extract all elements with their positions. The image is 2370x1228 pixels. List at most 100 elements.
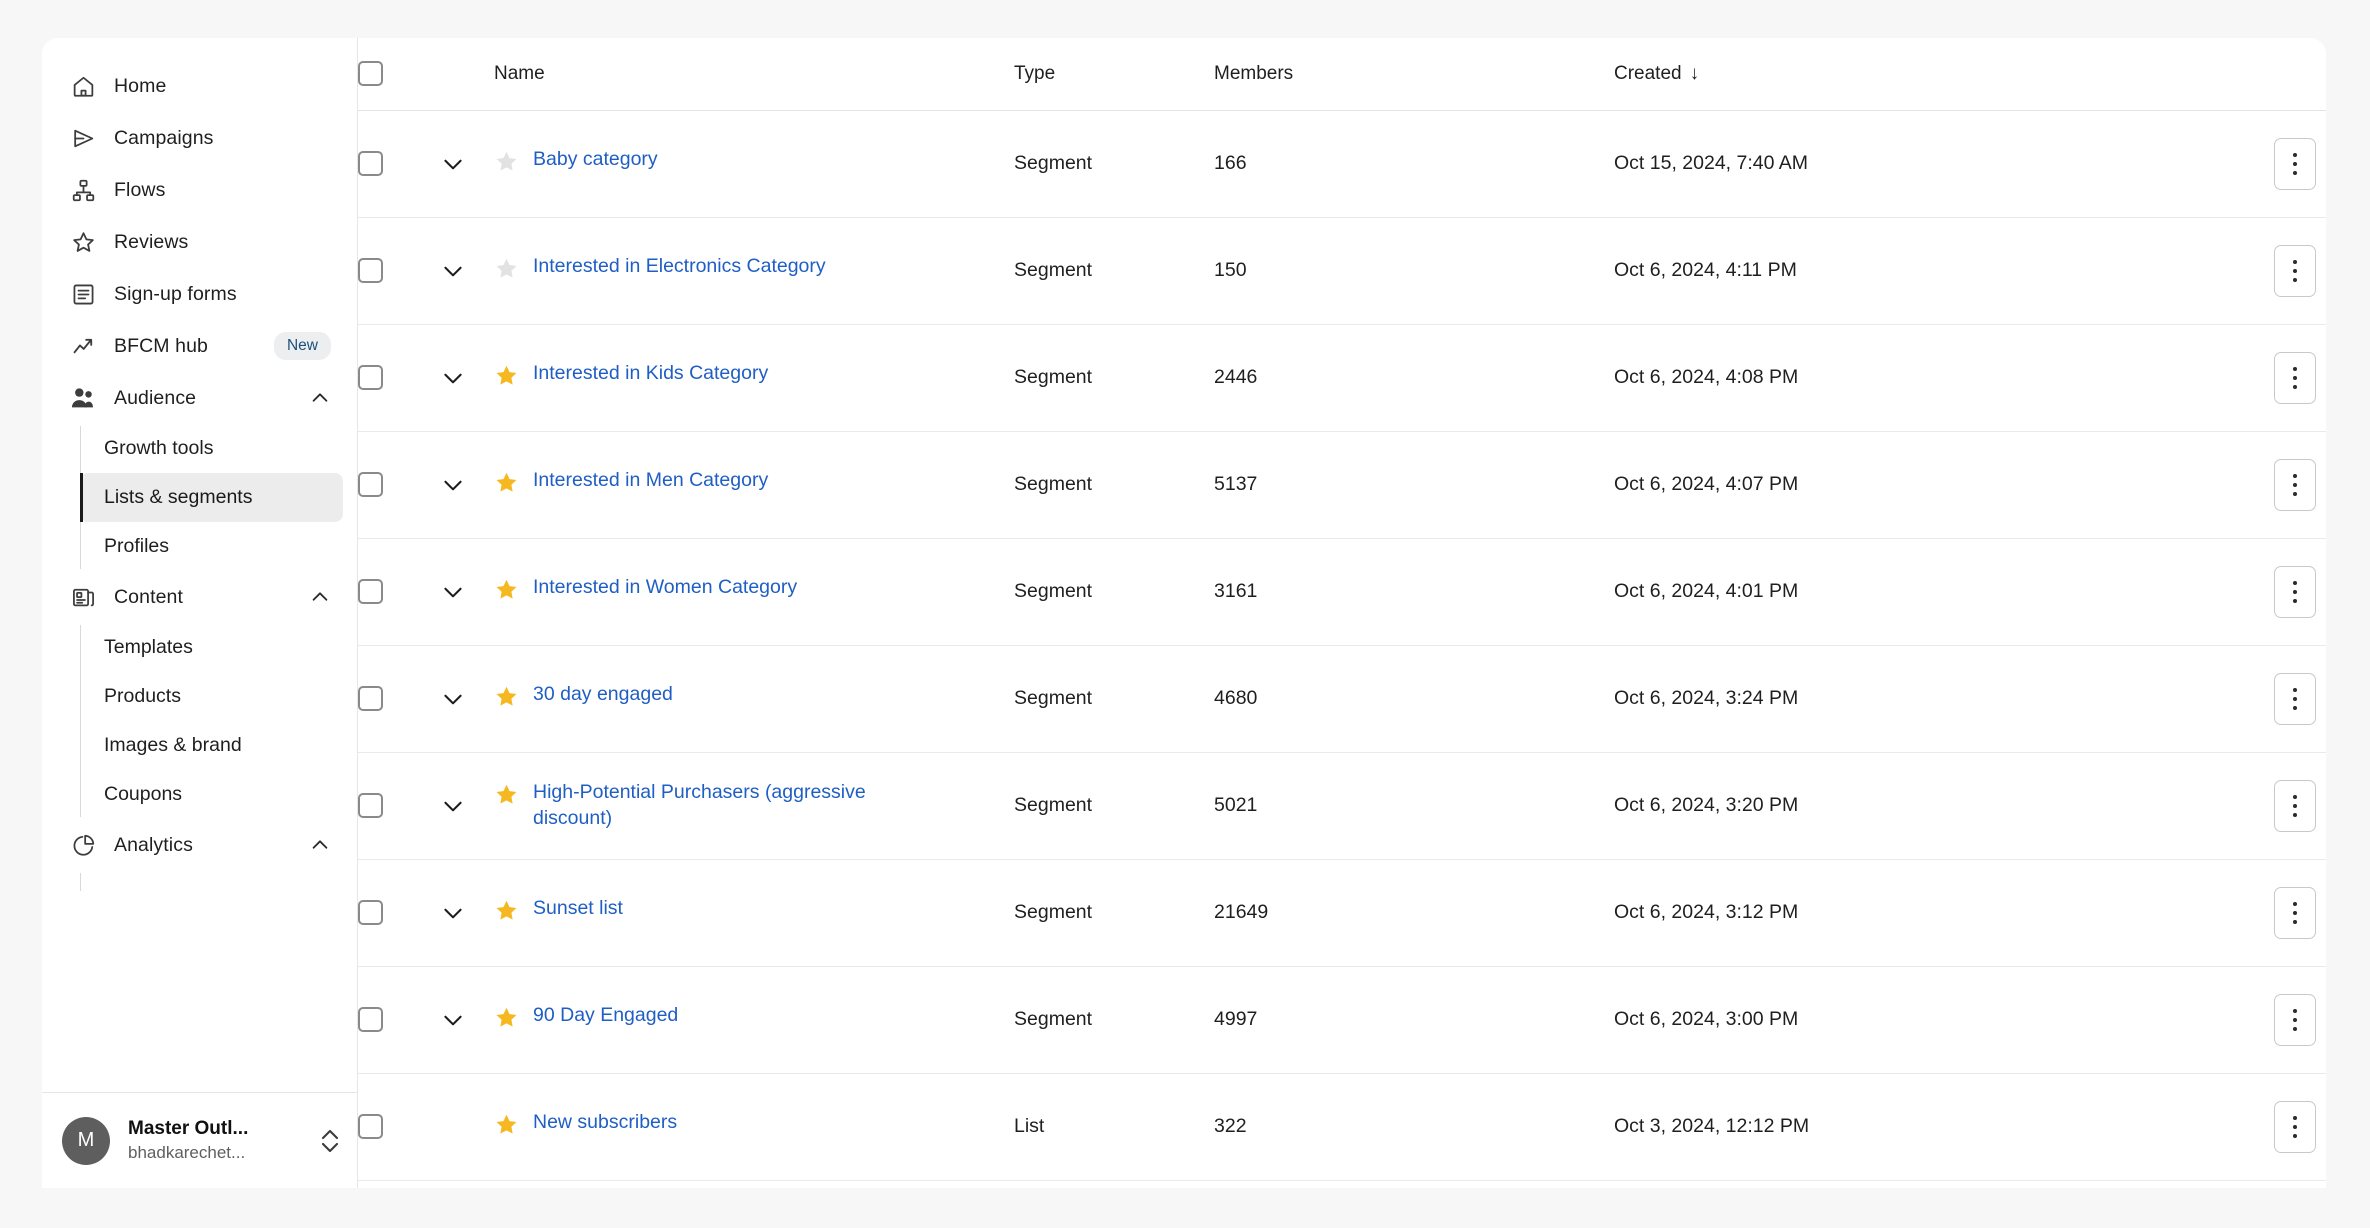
row-checkbox[interactable] bbox=[358, 793, 383, 818]
row-checkbox[interactable] bbox=[358, 579, 383, 604]
sidebar-group-toggle-audience[interactable]: Audience bbox=[56, 372, 343, 424]
row-expand-cell bbox=[436, 1073, 494, 1181]
list-name-link[interactable]: High-Potential Purchasers (aggressive di… bbox=[533, 780, 933, 832]
chevron-down-icon[interactable] bbox=[436, 789, 470, 823]
list-name-link[interactable]: New subscribers bbox=[533, 1110, 677, 1136]
row-name-cell: Sunset list bbox=[494, 859, 1014, 967]
sidebar-item-coupons[interactable]: Coupons bbox=[80, 770, 343, 819]
row-name-cell: 90 Day Engaged bbox=[494, 966, 1014, 1074]
signup-forms-icon bbox=[70, 281, 96, 307]
column-header-created[interactable]: Created ↓ bbox=[1614, 38, 2154, 111]
list-name-link[interactable]: Interested in Men Category bbox=[533, 468, 768, 494]
row-name-cell: Baby category bbox=[494, 110, 1014, 218]
chevron-down-icon[interactable] bbox=[436, 575, 470, 609]
row-more-actions-button[interactable] bbox=[2274, 565, 2316, 618]
star-filled-icon[interactable] bbox=[494, 684, 519, 715]
row-expand-cell bbox=[436, 752, 494, 860]
avatar: M bbox=[62, 1116, 110, 1165]
star-outline-icon[interactable] bbox=[494, 149, 519, 180]
star-filled-icon[interactable] bbox=[494, 470, 519, 501]
sidebar-item-home[interactable]: Home bbox=[56, 60, 343, 112]
select-all-checkbox[interactable] bbox=[358, 61, 383, 87]
row-more-actions-button[interactable] bbox=[2274, 458, 2316, 511]
chevron-down-icon[interactable] bbox=[436, 682, 470, 716]
sidebar-group-toggle-content[interactable]: Content bbox=[56, 571, 343, 623]
sidebar-item-bfcm-hub[interactable]: BFCM hub New bbox=[56, 320, 343, 372]
row-expand-cell bbox=[436, 966, 494, 1074]
table-header-row: Name Type Members Created ↓ bbox=[358, 38, 2326, 111]
row-more-actions-button[interactable] bbox=[2274, 244, 2316, 297]
list-name-link[interactable]: Sunset list bbox=[533, 896, 623, 922]
row-more-actions-button[interactable] bbox=[2274, 886, 2316, 939]
row-more-actions-button[interactable] bbox=[2274, 993, 2316, 1046]
row-type-cell: Segment bbox=[1014, 859, 1214, 967]
sidebar-subitem-label: Coupons bbox=[104, 783, 183, 805]
list-name-link[interactable]: 90 Day Engaged bbox=[533, 1003, 678, 1029]
account-switcher[interactable]: M Master Outl... bhadkarechet... bbox=[42, 1092, 357, 1188]
list-name-link[interactable]: Baby category bbox=[533, 147, 658, 173]
star-filled-icon[interactable] bbox=[494, 782, 519, 813]
row-created-cell: Oct 6, 2024, 4:07 PM bbox=[1614, 431, 2154, 539]
row-expand-cell bbox=[436, 110, 494, 218]
chevron-down-icon[interactable] bbox=[436, 896, 470, 930]
list-name-link[interactable]: Interested in Kids Category bbox=[533, 361, 768, 387]
star-filled-icon[interactable] bbox=[494, 363, 519, 394]
row-more-actions-button[interactable] bbox=[2274, 779, 2316, 832]
sidebar-item-lists-segments[interactable]: Lists & segments bbox=[80, 473, 343, 522]
list-name-link[interactable]: Interested in Electronics Category bbox=[533, 254, 826, 280]
sidebar-item-sign-up-forms[interactable]: Sign-up forms bbox=[56, 268, 343, 320]
column-header-type[interactable]: Type bbox=[1014, 38, 1214, 111]
row-created-cell: Oct 6, 2024, 3:12 PM bbox=[1614, 859, 2154, 967]
star-filled-icon[interactable] bbox=[494, 1005, 519, 1036]
sidebar-subitem-label: Images & brand bbox=[104, 734, 242, 756]
sidebar-item-images-brand[interactable]: Images & brand bbox=[80, 721, 343, 770]
row-checkbox[interactable] bbox=[358, 1007, 383, 1032]
chevron-down-icon[interactable] bbox=[436, 468, 470, 502]
chevron-up-icon[interactable] bbox=[309, 834, 331, 856]
chevron-up-icon[interactable] bbox=[309, 387, 331, 409]
table-row: Baby category Segment 166 Oct 15, 2024, 7:4… bbox=[358, 110, 2326, 218]
sidebar-item-reviews[interactable]: Reviews bbox=[56, 216, 343, 268]
column-header-created-label: Created bbox=[1614, 62, 1682, 84]
row-more-actions-button[interactable] bbox=[2274, 1100, 2316, 1153]
chevron-down-icon[interactable] bbox=[436, 361, 470, 395]
star-filled-icon[interactable] bbox=[494, 898, 519, 929]
star-outline-icon[interactable] bbox=[494, 256, 519, 287]
sidebar-item-flows[interactable]: Flows bbox=[56, 164, 343, 216]
sidebar-item-campaigns[interactable]: Campaigns bbox=[56, 112, 343, 164]
sidebar-item-templates[interactable]: Templates bbox=[80, 623, 343, 672]
star-filled-icon[interactable] bbox=[494, 1112, 519, 1143]
column-header-members[interactable]: Members bbox=[1214, 38, 1614, 111]
sidebar-subitem-label: Templates bbox=[104, 636, 193, 658]
sidebar-item-growth-tools[interactable]: Growth tools bbox=[80, 424, 343, 473]
list-name-link[interactable]: Interested in Women Category bbox=[533, 575, 797, 601]
row-checkbox[interactable] bbox=[358, 472, 383, 497]
row-checkbox[interactable] bbox=[358, 151, 383, 176]
row-checkbox[interactable] bbox=[358, 686, 383, 711]
chevron-up-down-icon bbox=[319, 1125, 341, 1157]
column-header-name[interactable]: Name bbox=[494, 38, 1014, 111]
sidebar-item-label: Campaigns bbox=[114, 126, 214, 149]
sidebar-group-toggle-analytics[interactable]: Analytics bbox=[56, 819, 343, 871]
row-checkbox[interactable] bbox=[358, 258, 383, 283]
row-actions-cell bbox=[2154, 538, 2326, 646]
chevron-down-icon[interactable] bbox=[436, 147, 470, 181]
chevron-down-icon[interactable] bbox=[436, 1003, 470, 1037]
star-filled-icon[interactable] bbox=[494, 577, 519, 608]
row-checkbox[interactable] bbox=[358, 365, 383, 390]
row-checkbox[interactable] bbox=[358, 1114, 383, 1139]
row-more-actions-button[interactable] bbox=[2274, 137, 2316, 190]
row-members-cell: 3161 bbox=[1214, 538, 1614, 646]
row-more-actions-button[interactable] bbox=[2274, 672, 2316, 725]
table-row: Interested in Kids Category Segment 2446 Oc… bbox=[358, 324, 2326, 432]
row-more-actions-button[interactable] bbox=[2274, 351, 2316, 404]
row-select-cell bbox=[358, 217, 436, 325]
list-name-link[interactable]: 30 day engaged bbox=[533, 682, 673, 708]
chevron-up-icon[interactable] bbox=[309, 586, 331, 608]
chevron-down-icon[interactable] bbox=[436, 254, 470, 288]
sidebar-item-products[interactable]: Products bbox=[80, 672, 343, 721]
sidebar-item-profiles[interactable]: Profiles bbox=[80, 522, 343, 571]
row-type-cell: List bbox=[1014, 1073, 1214, 1181]
row-checkbox[interactable] bbox=[358, 900, 383, 925]
row-actions-cell bbox=[2154, 966, 2326, 1074]
